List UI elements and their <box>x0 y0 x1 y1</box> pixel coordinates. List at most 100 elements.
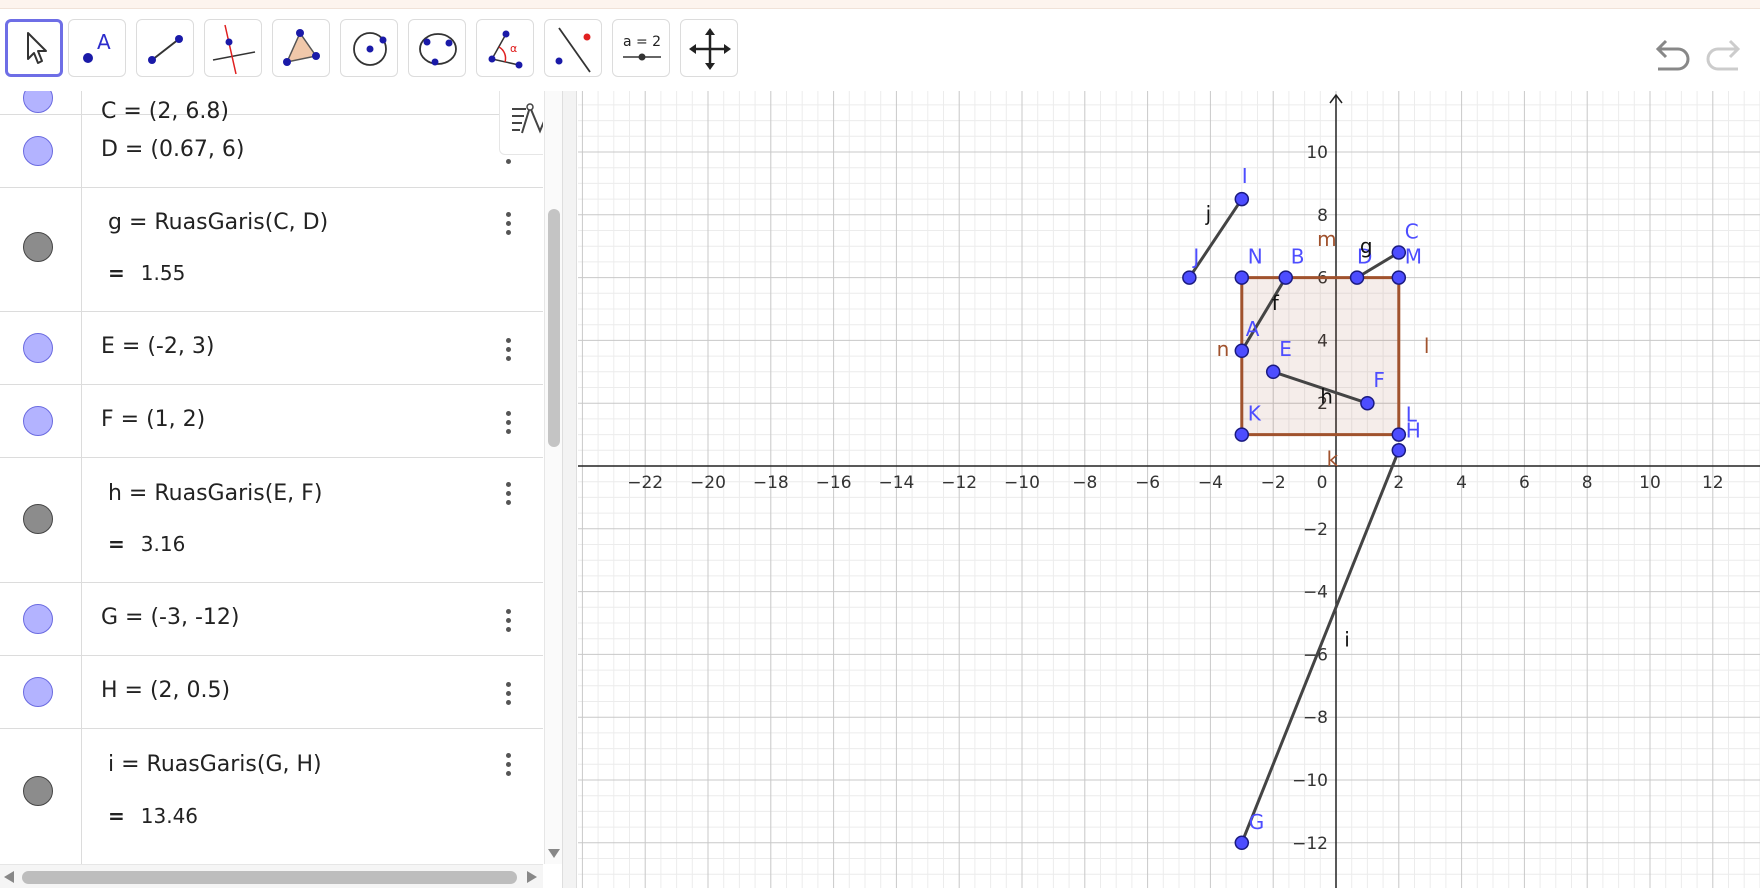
polygon-edge-label-m: m <box>1317 227 1336 251</box>
point-K <box>1234 427 1250 442</box>
reflect-tool-button[interactable] <box>544 19 602 77</box>
x-tick-label: 10 <box>1639 473 1661 493</box>
graphics-canvas[interactable]: −22 −20 −18 −16 −14 −12 −10 −8 −6 −4 −2 0 2 4 6 8 10 12 1… <box>578 91 1760 888</box>
point-C <box>1391 245 1407 260</box>
algebra-row[interactable]: F = (1, 2) <box>0 385 543 458</box>
point-tool-button[interactable]: A <box>68 19 126 77</box>
point-M <box>1391 270 1407 285</box>
point-icon: A <box>83 30 111 63</box>
polygon-klmn[interactable] <box>1240 276 1401 437</box>
more-options-icon[interactable] <box>500 409 516 437</box>
algebra-row[interactable]: H = (2, 0.5) <box>0 656 543 729</box>
point-label-G: G <box>1249 810 1265 834</box>
move-graphics-view-tool-button[interactable] <box>680 19 738 77</box>
undo-icon[interactable] <box>1648 37 1694 77</box>
x-tick-label: 0 <box>1317 473 1328 493</box>
segment-label-h: h <box>1320 385 1333 409</box>
x-tick-label: −6 <box>1135 473 1160 493</box>
algebra-row[interactable]: E = (-2, 3) <box>0 312 543 385</box>
algebra-definition: F = (1, 2) <box>101 407 206 432</box>
algebra-definition: g = RuasGaris(C, D) <box>108 210 329 235</box>
algebra-definition: D = (0.67, 6) <box>101 137 245 162</box>
algebra-row[interactable]: D = (0.67, 6) <box>0 115 543 188</box>
segment-label-i: i <box>1344 628 1350 652</box>
point-label-I: I <box>1242 164 1248 188</box>
algebra-horizontal-scrollbar[interactable] <box>0 864 543 888</box>
x-tick-label: 4 <box>1456 473 1467 493</box>
point-D <box>1349 270 1365 285</box>
point-tool-label: A <box>97 30 111 54</box>
x-tick-label: 12 <box>1702 473 1724 493</box>
polygon-edge-label-k: k <box>1327 447 1339 471</box>
visibility-toggle[interactable] <box>23 232 53 262</box>
scrollbar-thumb[interactable] <box>548 209 560 447</box>
toolbar: A α a = 2 <box>0 9 1760 91</box>
point-H <box>1391 443 1407 458</box>
window-top-strip <box>0 0 1760 9</box>
x-tick-label: 6 <box>1519 473 1530 493</box>
point-G <box>1234 835 1250 851</box>
segment-label-g: g <box>1360 234 1373 258</box>
segment-tool-button[interactable] <box>136 19 194 77</box>
y-tick-label: −12 <box>1292 834 1328 854</box>
visibility-toggle[interactable] <box>23 776 53 806</box>
circle-center-point-tool-button[interactable] <box>340 19 398 77</box>
point-label-J: J <box>1191 245 1199 269</box>
algebra-row-partial[interactable]: C = (2, 6.8) <box>0 91 543 124</box>
visibility-toggle[interactable] <box>23 136 53 166</box>
perpendicular-line-tool-button[interactable] <box>204 19 262 77</box>
circle-three-points-tool-button[interactable] <box>408 19 466 77</box>
redo-icon[interactable] <box>1702 37 1748 77</box>
point-label-H: H <box>1406 418 1421 442</box>
visibility-toggle[interactable] <box>23 604 53 634</box>
more-options-icon[interactable] <box>500 210 516 238</box>
move-tool-button[interactable] <box>5 19 63 77</box>
more-options-icon[interactable] <box>500 751 516 779</box>
visibility-toggle[interactable] <box>23 677 53 707</box>
point-label-B: B <box>1291 245 1305 269</box>
panel-divider[interactable] <box>562 91 577 888</box>
slider-tool-button[interactable]: a = 2 <box>612 19 670 77</box>
scrollbar-thumb[interactable] <box>22 871 517 884</box>
x-axis-tick-labels: −22 −20 −18 −16 −14 −12 −10 −8 −6 −4 −2 0 2 4 6 8 10 12 <box>627 473 1723 493</box>
algebra-view[interactable]: C = (2, 6.8) D = (0.67, 6) g = RuasGaris… <box>0 91 543 888</box>
point-F <box>1360 395 1375 411</box>
more-options-icon[interactable] <box>500 607 516 635</box>
x-tick-label: −8 <box>1072 473 1097 493</box>
cursor-icon <box>27 32 47 64</box>
y-tick-label: −10 <box>1292 771 1328 791</box>
visibility-toggle[interactable] <box>23 406 53 436</box>
algebra-row[interactable]: G = (-3, -12) <box>0 583 543 656</box>
scroll-left-icon[interactable] <box>4 871 14 883</box>
visibility-toggle[interactable] <box>23 91 53 113</box>
angle-tool-button[interactable]: α <box>476 19 534 77</box>
algebra-row[interactable]: i = RuasGaris(G, H) = 13.46 <box>0 729 543 864</box>
y-tick-label: 10 <box>1306 143 1328 163</box>
circle-center-icon <box>353 32 387 66</box>
visibility-toggle[interactable] <box>23 333 53 363</box>
x-tick-label: −16 <box>816 473 852 493</box>
algebra-vertical-scrollbar[interactable] <box>544 91 562 864</box>
polygon-tool-button[interactable] <box>272 19 330 77</box>
visibility-toggle[interactable] <box>23 504 53 534</box>
algebra-row[interactable]: h = RuasGaris(E, F) = 3.16 <box>0 458 543 583</box>
algebra-settings-button[interactable] <box>499 91 543 155</box>
more-options-icon[interactable] <box>500 336 516 364</box>
scroll-down-icon[interactable] <box>548 849 560 859</box>
point-I <box>1234 191 1250 207</box>
algebra-list: C = (2, 6.8) D = (0.67, 6) g = RuasGaris… <box>0 91 543 864</box>
scroll-right-icon[interactable] <box>527 871 537 883</box>
y-tick-label: −4 <box>1303 583 1328 603</box>
more-options-icon[interactable] <box>500 480 516 508</box>
algebra-row[interactable]: g = RuasGaris(C, D) = 1.55 <box>0 188 543 312</box>
point-label-C: C <box>1405 219 1419 243</box>
algebra-definition: H = (2, 0.5) <box>101 678 231 703</box>
graphics-view[interactable]: −22 −20 −18 −16 −14 −12 −10 −8 −6 −4 −2 0 2 4 6 8 10 12 1… <box>578 91 1760 888</box>
more-options-icon[interactable] <box>500 680 516 708</box>
polygon-edge-label-n: n <box>1217 337 1230 361</box>
x-tick-label: 8 <box>1582 473 1593 493</box>
move-arrows-icon <box>689 28 731 70</box>
x-tick-label: −22 <box>627 473 663 493</box>
point-label-E: E <box>1279 337 1292 361</box>
x-tick-label: −20 <box>690 473 726 493</box>
